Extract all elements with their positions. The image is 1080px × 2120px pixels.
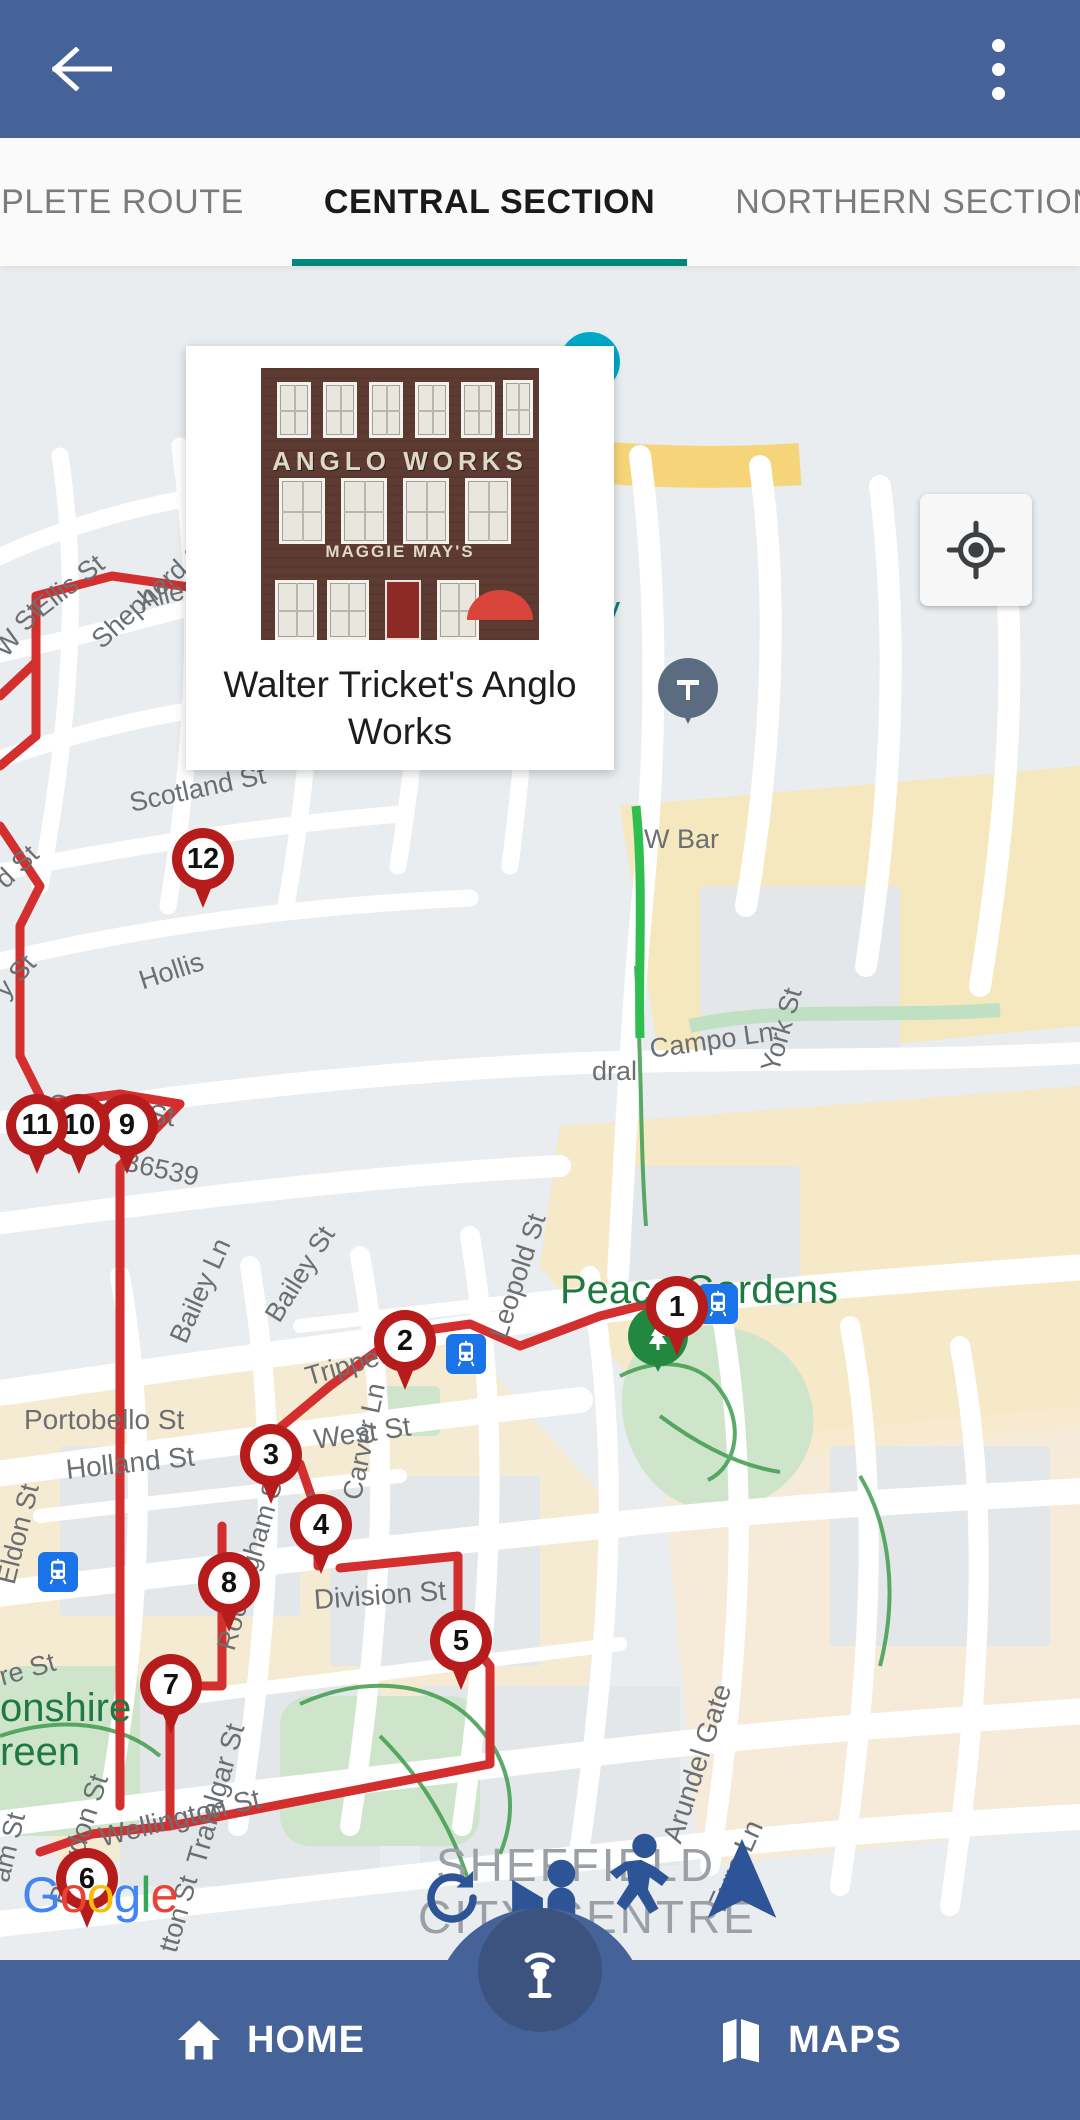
- marker-head: 4: [290, 1494, 352, 1556]
- app-root: COMPLETE ROUTE CENTRAL SECTION NORTHERN …: [0, 0, 1080, 2120]
- my-location-icon: [946, 520, 1006, 580]
- route-marker-8[interactable]: 8: [198, 1552, 260, 1632]
- overflow-menu-button[interactable]: [962, 21, 1034, 117]
- route-marker-12[interactable]: 12: [172, 828, 234, 908]
- route-marker-1[interactable]: 1: [646, 1276, 708, 1356]
- compass-icon[interactable]: [700, 1832, 784, 1933]
- tab-strip: COMPLETE ROUTE CENTRAL SECTION NORTHERN …: [0, 138, 1080, 266]
- tab-bar: COMPLETE ROUTE CENTRAL SECTION NORTHERN …: [0, 138, 1080, 266]
- marker-head: 3: [240, 1424, 302, 1486]
- marker-number: 1: [656, 1286, 698, 1328]
- marker-number: 2: [384, 1320, 426, 1362]
- marker-head: 2: [374, 1310, 436, 1372]
- tab-northern-section[interactable]: NORTHERN SECTION: [695, 138, 1080, 266]
- route-marker-7[interactable]: 7: [140, 1654, 202, 1734]
- route-marker-5[interactable]: 5: [430, 1610, 492, 1690]
- poi-pin-cathedral[interactable]: [658, 658, 718, 724]
- marker-number: 9: [106, 1104, 148, 1146]
- tram-stop-icon[interactable]: [38, 1552, 78, 1592]
- marker-number: 3: [250, 1434, 292, 1476]
- tab-label: CENTRAL SECTION: [323, 182, 656, 221]
- marker-head: 5: [430, 1610, 492, 1672]
- map-icon: [723, 2019, 760, 2063]
- route-marker-4[interactable]: 4: [290, 1494, 352, 1574]
- photo-door: [385, 580, 421, 640]
- tab-label: NORTHERN SECTION: [735, 182, 1080, 221]
- google-attribution: Google: [22, 1867, 178, 1923]
- nav-label-home: HOME: [247, 2018, 365, 2061]
- tab-central-section[interactable]: CENTRAL SECTION: [284, 138, 695, 266]
- marker-head: 12: [172, 828, 234, 890]
- more-vertical-icon: [991, 62, 1005, 76]
- museum-icon: [677, 680, 699, 700]
- home-icon: [178, 2020, 220, 2060]
- more-vertical-icon: [991, 86, 1005, 100]
- tab-complete-route[interactable]: COMPLETE ROUTE: [0, 138, 284, 266]
- place-info-card[interactable]: ANGLO WORKS MAGGIE MAY'S Walter Tricket'…: [186, 346, 614, 770]
- beacon-fab-button[interactable]: [478, 1908, 602, 2032]
- back-button[interactable]: [46, 33, 118, 105]
- pedestrian-icon[interactable]: [602, 1832, 680, 1931]
- nav-label-maps: MAPS: [788, 2018, 902, 2061]
- beacon-icon: [524, 1952, 556, 1999]
- place-title: Walter Tricket's Anglo Works: [223, 664, 577, 752]
- more-vertical-icon: [991, 38, 1005, 52]
- route-marker-3[interactable]: 3: [240, 1424, 302, 1504]
- marker-head: 11: [6, 1094, 68, 1156]
- marker-number: 8: [208, 1562, 250, 1604]
- route-marker-2[interactable]: 2: [374, 1310, 436, 1390]
- marker-head: 1: [646, 1276, 708, 1338]
- app-bar: [0, 0, 1080, 138]
- tram-stop-icon[interactable]: [446, 1334, 486, 1374]
- nav-item-maps[interactable]: MAPS: [540, 2016, 1080, 2064]
- marker-number: 5: [440, 1620, 482, 1662]
- route-marker-11[interactable]: 11: [6, 1094, 68, 1174]
- arrow-left-icon: [52, 47, 112, 91]
- my-location-button[interactable]: [920, 494, 1032, 606]
- photo-sign-primary: ANGLO WORKS: [272, 446, 528, 476]
- marker-number: 7: [150, 1664, 192, 1706]
- marker-number: 11: [16, 1104, 58, 1146]
- marker-head: 8: [198, 1552, 260, 1614]
- tab-label: COMPLETE ROUTE: [0, 182, 244, 221]
- marker-number: 4: [300, 1504, 342, 1546]
- marker-number: 12: [182, 838, 224, 880]
- place-photo: ANGLO WORKS MAGGIE MAY'S: [261, 368, 539, 640]
- nav-item-home[interactable]: HOME: [0, 2016, 540, 2064]
- marker-head: 7: [140, 1654, 202, 1716]
- photo-sign-secondary: MAGGIE MAY'S: [325, 542, 475, 561]
